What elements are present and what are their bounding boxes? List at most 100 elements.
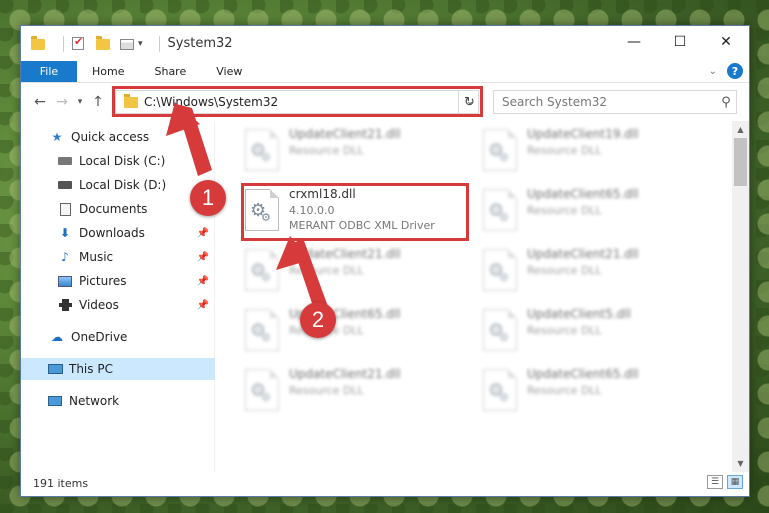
pin-icon[interactable]: 📌 <box>197 228 209 239</box>
drive-icon <box>57 154 73 168</box>
file-description: Resource DLL <box>289 384 364 397</box>
vertical-scrollbar[interactable]: ▲ ▼ <box>732 121 749 472</box>
music-icon: ♪ <box>61 250 69 264</box>
pin-icon[interactable]: 📌 <box>197 252 209 263</box>
sidebar-item-music[interactable]: ♪ Music 📌 <box>21 246 215 268</box>
new-folder-icon[interactable] <box>96 35 110 51</box>
scrollbar-thumb[interactable] <box>734 138 747 186</box>
tab-share[interactable]: Share <box>139 61 201 82</box>
status-bar: 191 items ☰ ▦ <box>21 470 749 496</box>
dll-file-icon: ⚙ ⚙ <box>245 129 279 171</box>
sidebar-item-label: Pictures <box>79 274 127 288</box>
download-icon: ⬇ <box>59 226 71 240</box>
recent-locations-chevron-icon[interactable]: ▾ <box>73 97 87 107</box>
navigation-pane: ★ Quick access Local Disk (C:) 📌 Local D… <box>21 121 215 472</box>
list-item[interactable]: ⚙ ⚙ UpdateClient21.dll Resource DLL <box>479 245 709 299</box>
file-description: Resource DLL <box>289 144 364 157</box>
dll-file-icon: ⚙ ⚙ <box>245 249 279 291</box>
file-description: Resource DLL <box>527 384 602 397</box>
navigation-bar: ← → ▾ ↑ C:\Windows\System32 ⌄ ↻ Search S… <box>21 83 749 121</box>
documents-icon <box>57 202 73 216</box>
tiles-view-icon[interactable]: ▦ <box>727 475 743 489</box>
list-item[interactable]: ⚙ ⚙ UpdateClient5.dll Resource DLL <box>479 305 709 359</box>
list-item[interactable]: ⚙ ⚙ UpdateClient19.dll Resource DLL <box>479 125 709 179</box>
maximize-button[interactable]: ☐ <box>657 26 703 58</box>
videos-icon <box>57 298 73 312</box>
step-2-badge: 2 <box>300 302 336 338</box>
up-arrow-icon[interactable]: ↑ <box>87 94 109 110</box>
expand-ribbon-chevron-icon[interactable]: ⌄ <box>709 66 717 77</box>
sidebar-item-label: OneDrive <box>71 330 128 344</box>
file-highlight-box <box>241 183 469 241</box>
minimize-button[interactable]: — <box>611 26 657 58</box>
list-item[interactable]: ⚙ ⚙ UpdateClient21.dll Resource DLL <box>241 125 471 179</box>
forward-arrow-icon[interactable]: → <box>51 94 73 110</box>
file-description: Resource DLL <box>527 324 602 337</box>
dll-file-icon: ⚙ ⚙ <box>483 309 517 351</box>
sidebar-item-label: Network <box>69 394 120 408</box>
scroll-up-arrow-icon[interactable]: ▲ <box>732 121 749 138</box>
drive-icon <box>57 178 73 192</box>
sidebar-item-this-pc[interactable]: This PC <box>21 358 215 380</box>
file-name: UpdateClient5.dll <box>527 307 631 321</box>
sidebar-item-local-disk-c[interactable]: Local Disk (C:) 📌 <box>21 150 215 172</box>
dll-file-icon: ⚙ ⚙ <box>483 369 517 411</box>
properties-icon[interactable] <box>120 37 134 51</box>
sidebar-item-downloads[interactable]: ⬇ Downloads 📌 <box>21 222 215 244</box>
sidebar-item-documents[interactable]: Documents 📌 <box>21 198 215 220</box>
search-input[interactable]: Search System32 ⚲ <box>493 90 737 114</box>
file-name: UpdateClient21.dll <box>289 127 401 141</box>
file-explorer-window: ▾ System32 — ☐ ✕ File Home Share View ⌄ … <box>20 25 750 497</box>
list-item[interactable]: ⚙⚙ UpdateClient65.dllResource DLL <box>479 185 709 239</box>
pictures-icon <box>57 274 73 288</box>
help-icon[interactable]: ? <box>727 63 743 79</box>
pin-icon[interactable]: 📌 <box>197 156 209 167</box>
cloud-icon: ☁ <box>51 330 63 344</box>
file-name: UpdateClient21.dll <box>527 247 639 261</box>
dll-file-icon: ⚙ ⚙ <box>245 369 279 411</box>
network-icon <box>47 394 63 408</box>
customize-toolbar-chevron-icon[interactable]: ▾ <box>138 39 143 49</box>
close-button[interactable]: ✕ <box>703 26 749 58</box>
computer-icon <box>47 362 63 376</box>
file-description: Resource DLL <box>527 264 602 277</box>
sidebar-item-label: Local Disk (C:) <box>79 154 166 168</box>
sidebar-item-pictures[interactable]: Pictures 📌 <box>21 270 215 292</box>
file-name: UpdateClient21.dll <box>289 367 401 381</box>
list-item[interactable]: ⚙ ⚙ UpdateClient21.dll Resource DLL <box>241 245 471 299</box>
pin-icon[interactable]: 📌 <box>197 276 209 287</box>
file-description: Resource DLL <box>289 264 364 277</box>
details-view-icon[interactable]: ☰ <box>707 475 723 489</box>
sidebar-item-onedrive[interactable]: ☁ OneDrive <box>21 326 215 348</box>
item-count: 191 items <box>33 476 89 490</box>
list-item[interactable]: ⚙⚙ UpdateClient65.dllResource DLL <box>241 305 471 359</box>
dll-file-icon: ⚙ ⚙ <box>483 189 517 231</box>
sidebar-item-network[interactable]: Network <box>21 390 215 412</box>
sidebar-item-local-disk-d[interactable]: Local Disk (D:) <box>21 174 215 196</box>
pin-icon[interactable]: 📌 <box>197 300 209 311</box>
sidebar-item-label: Music <box>79 250 114 264</box>
properties-check-icon[interactable] <box>72 35 86 51</box>
sidebar-item-videos[interactable]: Videos 📌 <box>21 294 215 316</box>
list-item[interactable]: ⚙⚙ UpdateClient65.dllResource DLL <box>479 365 709 419</box>
file-name: UpdateClient21.dll <box>289 247 401 261</box>
divider <box>158 35 160 52</box>
back-arrow-icon[interactable]: ← <box>29 94 51 110</box>
sidebar-item-label: This PC <box>69 362 113 376</box>
dll-file-icon: ⚙ ⚙ <box>245 309 279 351</box>
tab-view[interactable]: View <box>201 61 257 82</box>
window-title: System32 <box>167 36 233 51</box>
sidebar-item-label: Quick access <box>71 130 150 144</box>
step-1-badge: 1 <box>190 180 226 216</box>
sidebar-item-label: Documents <box>79 202 148 216</box>
search-icon[interactable]: ⚲ <box>716 95 736 110</box>
tab-file[interactable]: File <box>21 61 77 82</box>
sidebar-item-label: Videos <box>79 298 119 312</box>
sidebar-item-quick-access[interactable]: ★ Quick access <box>21 126 215 148</box>
folder-icon <box>31 35 45 51</box>
list-item[interactable]: ⚙ ⚙ UpdateClient21.dll Resource DLL <box>241 365 471 419</box>
tab-home[interactable]: Home <box>77 61 139 82</box>
file-description: Resource DLL <box>527 144 602 157</box>
dll-file-icon: ⚙ ⚙ <box>483 129 517 171</box>
file-list: ⚙ ⚙ UpdateClient21.dll Resource DLL ⚙ ⚙ Upd… <box>215 121 749 472</box>
